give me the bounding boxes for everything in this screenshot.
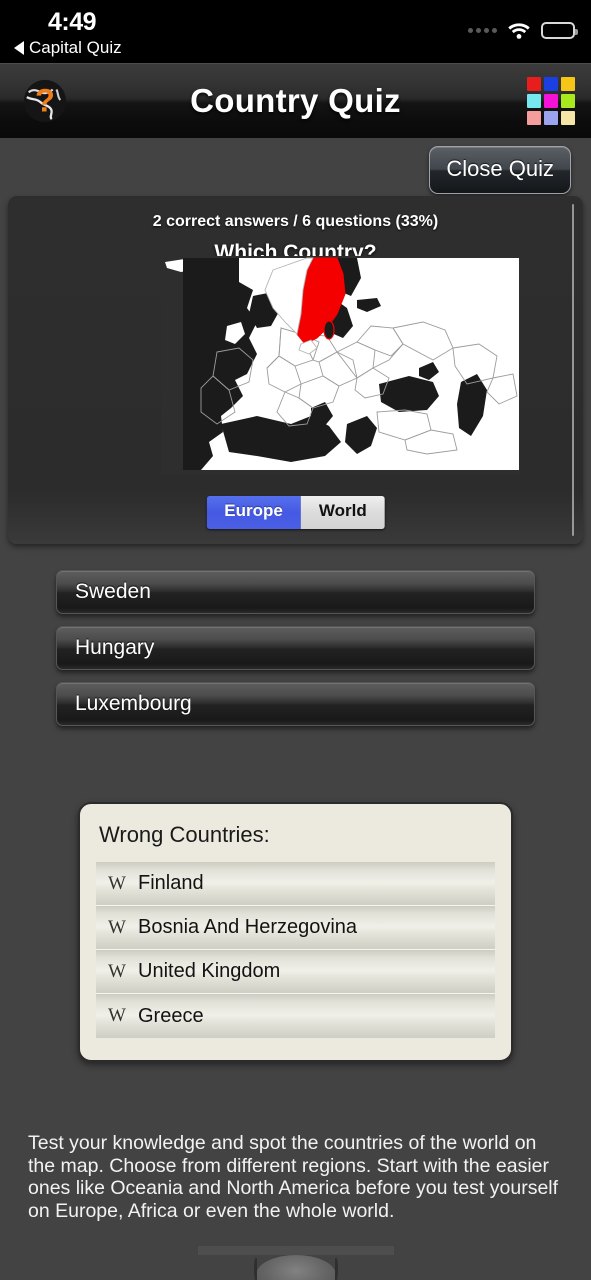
page-title: Country Quiz — [190, 82, 401, 119]
wrong-country-label: Greece — [138, 1004, 204, 1027]
wrong-country-label: Finland — [138, 872, 204, 894]
wrong-country-label: United Kingdom — [138, 960, 281, 982]
back-arrow-icon — [14, 41, 24, 55]
status-indicators — [468, 22, 578, 39]
answer-label: Luxembourg — [75, 692, 192, 715]
banner-bar — [197, 1246, 394, 1255]
wrong-countries-panel: Wrong Countries: W Finland W Bosnia And … — [78, 802, 513, 1062]
wrong-country-label: Bosnia And Herzegovina — [138, 916, 358, 938]
banner-bracket-left-icon — [253, 1258, 257, 1280]
close-quiz-button[interactable]: Close Quiz — [429, 146, 571, 194]
answer-label: Sweden — [75, 580, 151, 603]
list-item[interactable]: W United Kingdom — [96, 950, 495, 994]
wifi-icon — [508, 22, 530, 39]
wrong-marker-icon: W — [108, 1005, 126, 1026]
wrong-countries-title: Wrong Countries: — [99, 822, 270, 847]
status-bar: 4:49 Capital Quiz — [0, 0, 591, 63]
answer-label: Hungary — [75, 636, 155, 659]
answer-button-3[interactable]: Luxembourg — [56, 682, 535, 726]
color-grid-icon[interactable] — [527, 77, 575, 125]
status-back-link[interactable]: Capital Quiz — [14, 38, 122, 58]
banner-graphic — [255, 1255, 336, 1280]
quiz-panel: 2 correct answers / 6 questions (33%) Wh… — [8, 196, 583, 544]
battery-icon — [541, 22, 578, 39]
svg-text:?: ? — [35, 83, 55, 119]
close-quiz-bar: Close Quiz — [0, 138, 591, 196]
answer-button-2[interactable]: Hungary — [56, 626, 535, 670]
signal-dots-icon — [468, 28, 497, 33]
wrong-marker-icon: W — [108, 872, 126, 894]
app-navbar: ? Country Quiz — [0, 63, 591, 138]
europe-map[interactable] — [161, 256, 519, 474]
region-segmented-control[interactable]: Europe World — [206, 496, 385, 529]
app-description: Test your knowledge and spot the countri… — [28, 1132, 559, 1222]
wrong-countries-list: W Finland W Bosnia And Herzegovina W Uni… — [96, 862, 495, 1038]
list-item[interactable]: W Greece — [96, 994, 495, 1038]
question-mark-globe-logo: ? — [23, 79, 67, 123]
wrong-marker-icon: W — [108, 916, 126, 938]
region-tab-world[interactable]: World — [300, 496, 385, 529]
bottom-banner[interactable] — [197, 1246, 394, 1280]
quiz-stats-text: 2 correct answers / 6 questions (33%) — [152, 213, 439, 230]
status-time: 4:49 — [48, 8, 97, 36]
wrong-marker-icon: W — [108, 960, 126, 982]
status-back-label: Capital Quiz — [29, 38, 122, 57]
banner-bracket-right-icon — [334, 1258, 338, 1280]
app-screen: 4:49 Capital Quiz ? Country Quiz Close Q… — [0, 0, 591, 1280]
answer-options: Sweden Hungary Luxembourg — [0, 570, 591, 726]
list-item[interactable]: W Bosnia And Herzegovina — [96, 906, 495, 950]
answer-button-1[interactable]: Sweden — [56, 570, 535, 614]
panel-scrollbar[interactable] — [572, 204, 574, 536]
list-item[interactable]: W Finland — [96, 862, 495, 906]
region-tab-europe[interactable]: Europe — [206, 496, 301, 529]
